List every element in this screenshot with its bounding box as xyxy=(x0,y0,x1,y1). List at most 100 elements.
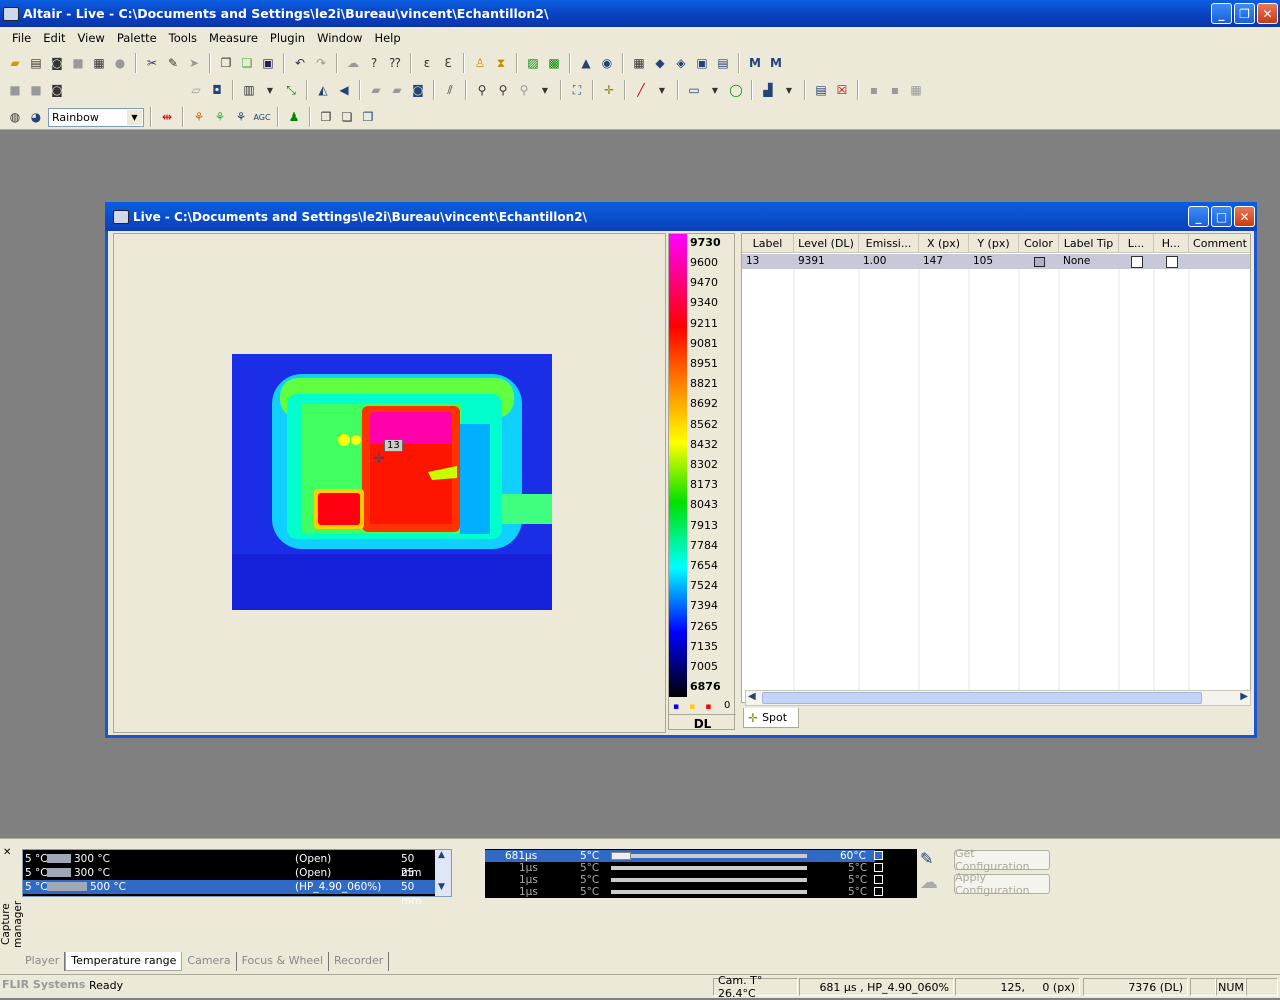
integration-row[interactable]: 681µs 5°C 60°C xyxy=(485,850,875,862)
chevron-down-icon[interactable]: ▼ xyxy=(127,109,142,125)
ellipse-icon[interactable]: ◯ xyxy=(727,81,745,99)
layer1-icon[interactable]: ▰ xyxy=(367,81,385,99)
child-close-button[interactable]: ✕ xyxy=(1234,206,1255,227)
zoom-out-icon[interactable]: ⚲ xyxy=(515,81,533,99)
col-label[interactable]: Label xyxy=(742,234,794,253)
help-icon[interactable]: ? xyxy=(365,54,383,72)
mountain-icon[interactable]: ▲ xyxy=(577,54,595,72)
integration-checkbox[interactable] xyxy=(874,887,883,896)
panel2-icon[interactable]: ▪ xyxy=(886,81,904,99)
minimize-button[interactable]: _ xyxy=(1211,3,1232,24)
chart-icon[interactable]: ▤ xyxy=(812,81,830,99)
integration-row[interactable]: 1µs 5°C 5°C xyxy=(485,874,875,886)
scroll-right-icon[interactable]: ▶ xyxy=(1240,691,1248,702)
menu-plugin[interactable]: Plugin xyxy=(264,31,311,45)
auto-range-icon[interactable]: ⚘ xyxy=(190,108,208,126)
temperature-range-list[interactable]: 5 °C 300 °C (Open) 50 mm 5 °C 300 °C (Op… xyxy=(22,849,452,907)
menu-window[interactable]: Window xyxy=(311,31,368,45)
epsilon-icon[interactable]: ε xyxy=(418,54,436,72)
cube2-icon[interactable]: ◈ xyxy=(672,54,690,72)
panel3-icon[interactable]: ▦ xyxy=(907,81,925,99)
zoom-icon[interactable]: ⚲ xyxy=(473,81,491,99)
cell-l-checkbox[interactable] xyxy=(1131,256,1143,268)
frame-icon[interactable]: ■ xyxy=(6,81,24,99)
integration-checkbox[interactable] xyxy=(874,863,883,872)
tab-camera[interactable]: Camera xyxy=(182,952,237,971)
col-emissivity[interactable]: Emissi... xyxy=(859,234,919,253)
scroll-thumb[interactable] xyxy=(762,692,1202,704)
camera-icon[interactable]: ◙ xyxy=(48,54,66,72)
record-icon[interactable]: ● xyxy=(111,54,129,72)
menu-palette[interactable]: Palette xyxy=(111,31,163,45)
menu-help[interactable]: Help xyxy=(368,31,406,45)
cell-label[interactable]: 13 xyxy=(742,254,759,269)
tab-player[interactable]: Player xyxy=(20,952,66,971)
rect-dropdown-icon[interactable]: ▼ xyxy=(706,81,724,99)
capture-icon[interactable]: ◙ xyxy=(48,81,66,99)
integration-slider[interactable] xyxy=(611,852,631,860)
stats-icon[interactable]: ▨ xyxy=(524,54,542,72)
range-icon[interactable]: ⇹ xyxy=(158,108,176,126)
tab-temperature-range[interactable]: Temperature range xyxy=(65,952,183,971)
scroll-up-icon[interactable]: ▲ xyxy=(438,850,445,860)
delete-roi-icon[interactable]: ☒ xyxy=(833,81,851,99)
auto-range3-icon[interactable]: ⚘ xyxy=(232,108,250,126)
integration-checkbox[interactable] xyxy=(874,851,883,860)
cell-emissivity[interactable]: 1.00 xyxy=(859,254,886,269)
config-edit-icon[interactable]: ✎ xyxy=(920,849,933,868)
col-level[interactable]: Level (DL) xyxy=(794,234,859,253)
export-icon[interactable]: ▱ xyxy=(187,81,205,99)
scroll-left-icon[interactable]: ◀ xyxy=(748,691,756,702)
macro-icon[interactable]: M xyxy=(746,54,764,72)
person-icon[interactable]: ♟ xyxy=(285,108,303,126)
col-comment[interactable]: Comment xyxy=(1189,234,1250,253)
tab-spot[interactable]: ✛ Spot xyxy=(743,708,799,728)
cell-label-tip[interactable]: None xyxy=(1059,254,1090,269)
cut-icon[interactable]: ✂ xyxy=(143,54,161,72)
menu-tools[interactable]: Tools xyxy=(163,31,203,45)
col-h[interactable]: H... xyxy=(1154,234,1189,253)
cloud-icon[interactable]: ☁ xyxy=(344,54,362,72)
tab-recorder[interactable]: Recorder xyxy=(329,952,390,971)
col-x[interactable]: X (px) xyxy=(919,234,969,253)
zoom-dropdown-icon[interactable]: ▼ xyxy=(536,81,554,99)
copy-icon[interactable]: ❐ xyxy=(217,54,235,72)
child-minimize-button[interactable]: _ xyxy=(1188,206,1209,227)
palette-select[interactable]: Rainbow ▼ xyxy=(48,107,144,127)
histogram-icon[interactable]: ▟ xyxy=(759,81,777,99)
panel1-icon[interactable]: ▪ xyxy=(865,81,883,99)
rect-icon[interactable]: ▭ xyxy=(685,81,703,99)
window-tile-icon[interactable]: ❏ xyxy=(338,108,356,126)
palette-cycle-icon[interactable]: ◍ xyxy=(6,108,24,126)
col-label-tip[interactable]: Label Tip xyxy=(1059,234,1119,253)
lamp-icon[interactable]: ♙ xyxy=(471,54,489,72)
close-button[interactable]: ✕ xyxy=(1257,3,1278,24)
cell-x[interactable]: 147 xyxy=(919,254,943,269)
open-recent-icon[interactable]: ▤ xyxy=(27,54,45,72)
layer3-icon[interactable]: ◙ xyxy=(409,81,427,99)
cube4-icon[interactable]: ▤ xyxy=(714,54,732,72)
context-help-icon[interactable]: ⁇ xyxy=(386,54,404,72)
list-item[interactable]: 5 °C 300 °C (Open) 50 mm xyxy=(23,852,435,879)
save-icon[interactable]: ▣ xyxy=(259,54,277,72)
cell-y[interactable]: 105 xyxy=(969,254,993,269)
list-item[interactable]: 5 °C 300 °C (Open) 25 mm xyxy=(23,866,435,893)
integration-row[interactable]: 1µs 5°C 5°C xyxy=(485,886,875,898)
cell-level[interactable]: 9391 xyxy=(794,254,825,269)
stop-icon[interactable]: ■ xyxy=(69,54,87,72)
cell-h-checkbox[interactable] xyxy=(1166,256,1178,268)
menu-measure[interactable]: Measure xyxy=(203,31,264,45)
redo-icon[interactable]: ↷ xyxy=(312,54,330,72)
line-dropdown-icon[interactable]: ▼ xyxy=(653,81,671,99)
layout-dropdown-icon[interactable]: ▼ xyxy=(261,81,279,99)
list-vscrollbar[interactable]: ▲ ▼ xyxy=(435,850,451,896)
menu-edit[interactable]: Edit xyxy=(37,31,71,45)
menu-file[interactable]: File xyxy=(6,31,37,45)
thermal-image[interactable]: ✛ 13 xyxy=(232,354,552,610)
spot-icon[interactable]: ✛ xyxy=(600,81,618,99)
col-l[interactable]: L... xyxy=(1119,234,1154,253)
map-icon[interactable]: ▩ xyxy=(545,54,563,72)
config-cloud-icon[interactable]: ☁ xyxy=(920,872,938,893)
flip-v-icon[interactable]: ◀ xyxy=(335,81,353,99)
record-settings-icon[interactable]: ▦ xyxy=(90,54,108,72)
